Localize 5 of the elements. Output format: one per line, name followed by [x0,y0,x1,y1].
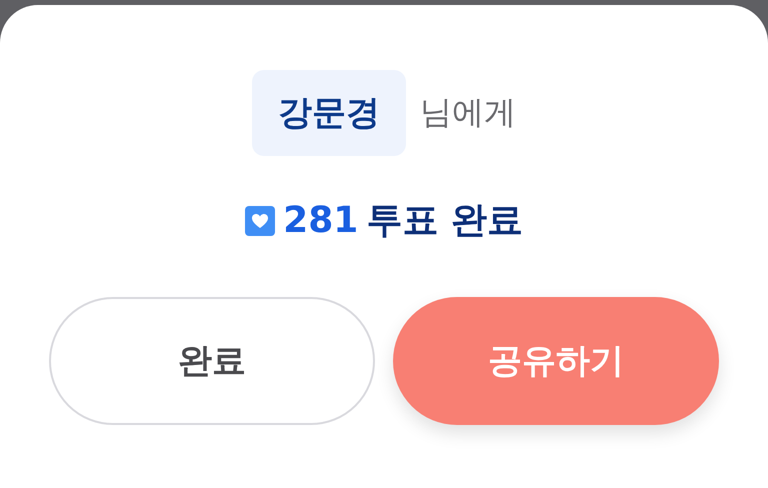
vote-status: 투표 완료 [366,199,523,243]
recipient-suffix: 님에게 [420,92,516,133]
recipient-name: 강문경 [252,70,406,156]
vote-count: 281 [283,200,358,241]
done-button[interactable]: 완료 [49,297,375,425]
